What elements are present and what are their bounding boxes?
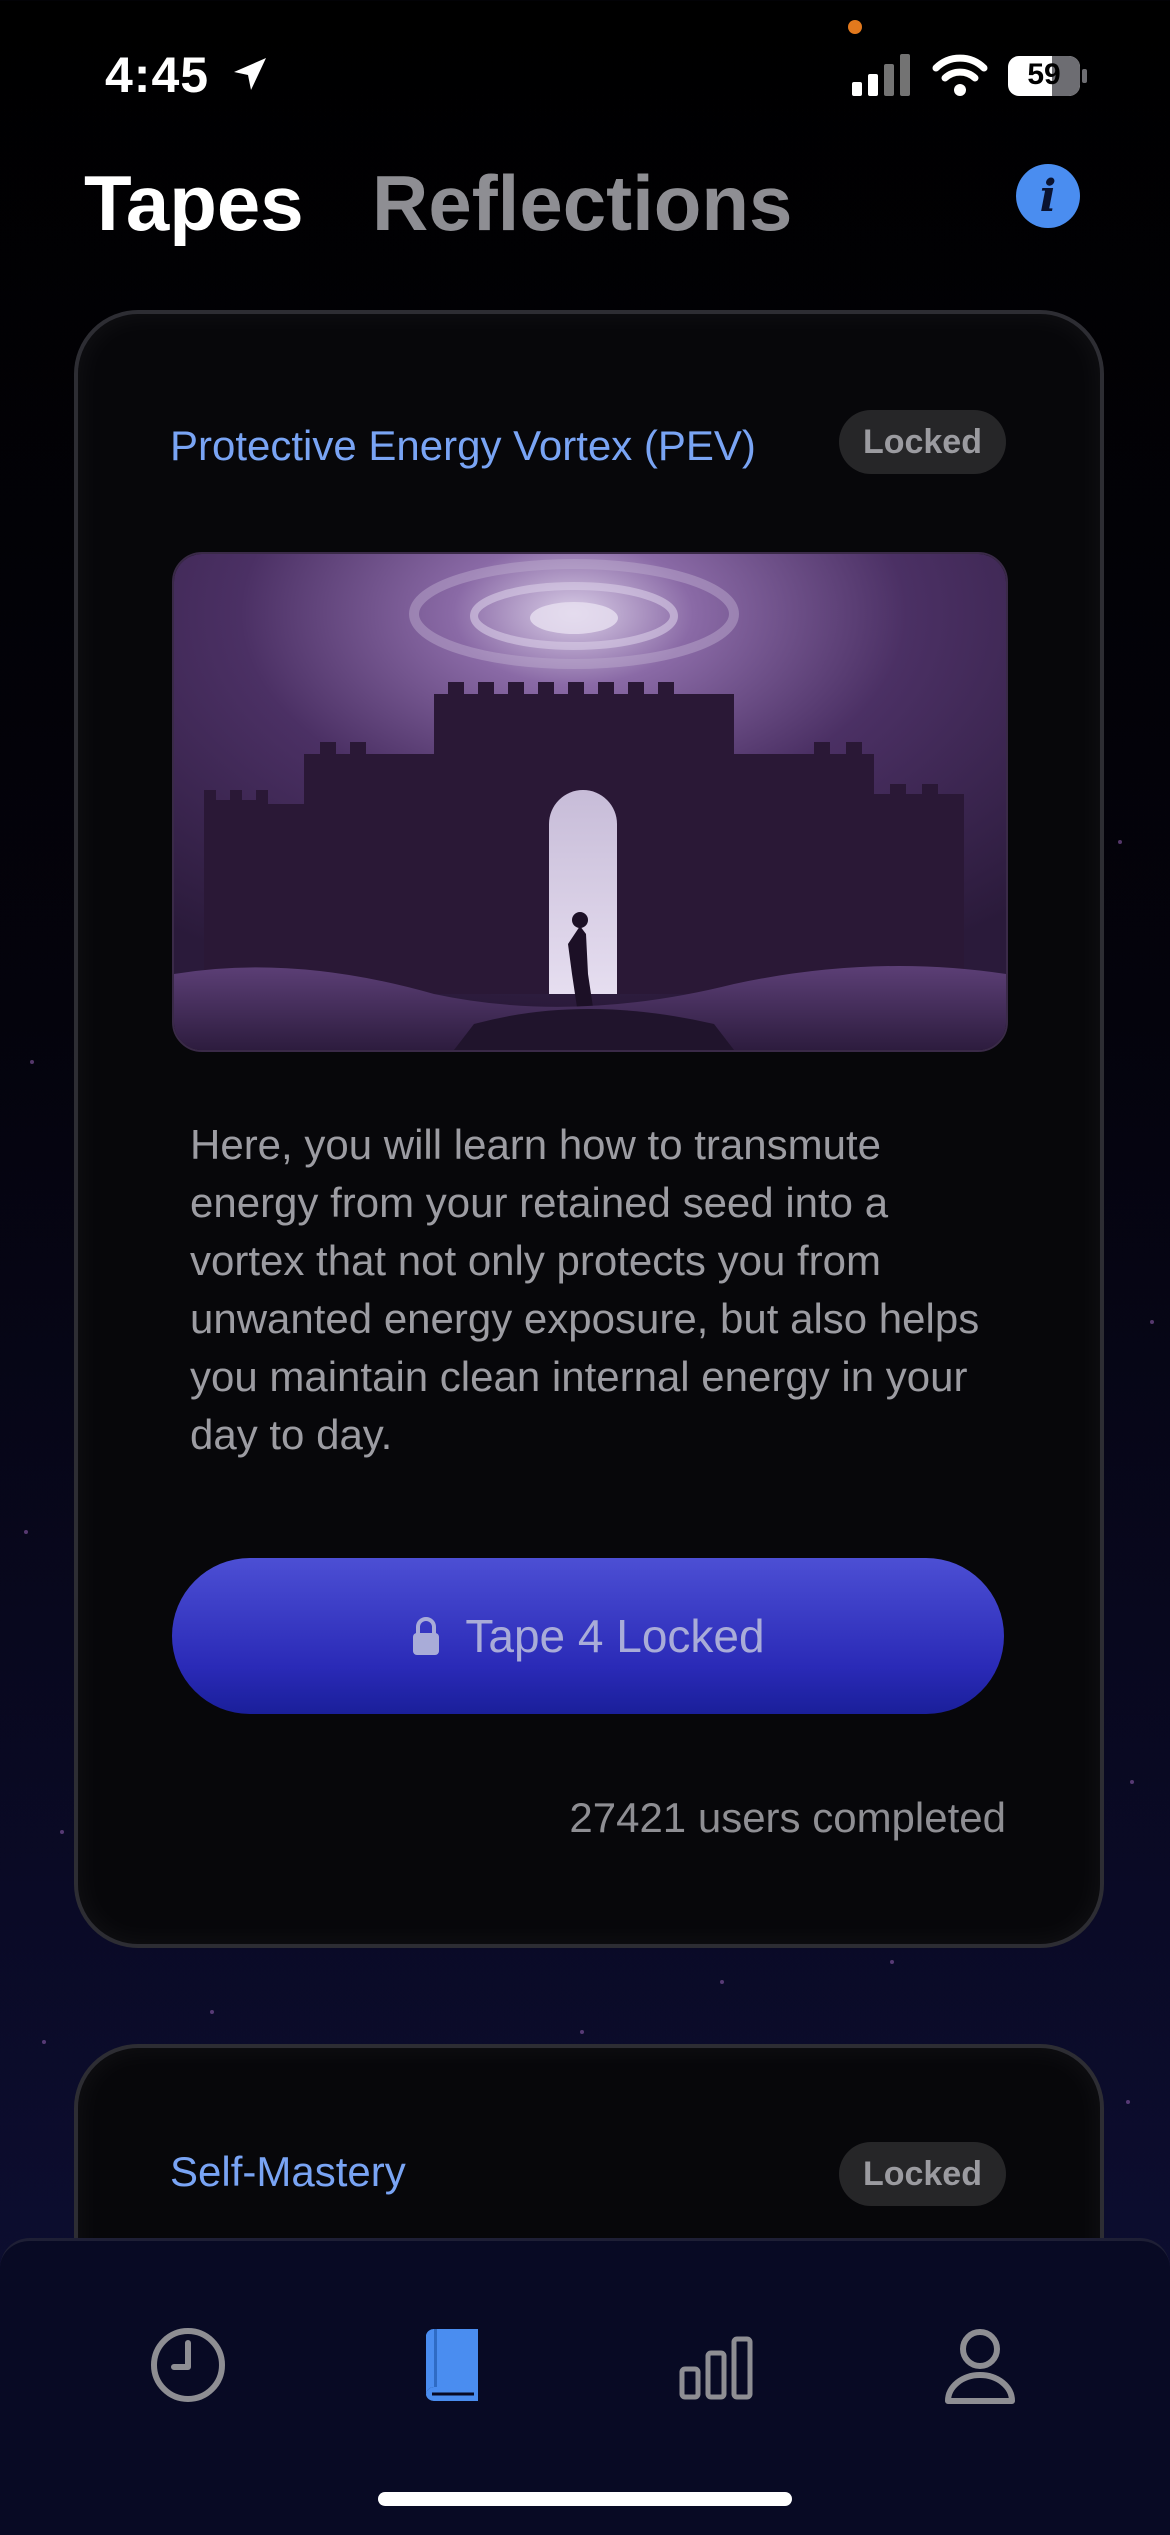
tape-title: Self-Mastery (170, 2148, 406, 2195)
info-button[interactable]: i (1016, 164, 1080, 228)
status-time: 4:45 (105, 47, 210, 103)
tab-tapes[interactable]: Tapes (84, 158, 304, 249)
wifi-icon (932, 54, 988, 96)
bar-chart-icon[interactable] (676, 2325, 756, 2405)
battery-icon: 59 (1008, 56, 1088, 96)
privacy-indicator-dot (848, 20, 862, 34)
tape-locked-label: Tape 4 Locked (465, 1610, 765, 1662)
tape-card[interactable]: Protective Energy Vortex (PEV) Locked He… (74, 310, 1104, 1948)
status-bar: 4:45 59 (0, 0, 1170, 150)
tape-title: Protective Energy Vortex (PEV) (170, 422, 756, 469)
castle-vortex-artwork (172, 552, 1008, 1052)
home-indicator[interactable] (378, 2492, 792, 2506)
tab-reflections[interactable]: Reflections (372, 158, 792, 249)
battery-level: 59 (1027, 58, 1061, 91)
locked-badge: Locked (838, 2142, 1006, 2206)
info-icon: i (1039, 170, 1057, 222)
profile-icon[interactable] (940, 2325, 1020, 2405)
book-icon[interactable] (412, 2325, 492, 2405)
location-arrow-icon (234, 58, 266, 90)
bottom-tab-bar (0, 2238, 1170, 2535)
tape-locked-button[interactable]: Tape 4 Locked (172, 1558, 1004, 1714)
locked-badge: Locked (838, 410, 1006, 474)
cellular-signal-icon (852, 54, 910, 96)
page-header: Tapes Reflections i (0, 150, 1170, 270)
tape-description: Here, you will learn how to transmute en… (190, 1121, 980, 1458)
lock-icon (413, 1617, 440, 1655)
users-completed-count: 27421 users completed (569, 1794, 1006, 1841)
clock-icon[interactable] (148, 2325, 228, 2405)
